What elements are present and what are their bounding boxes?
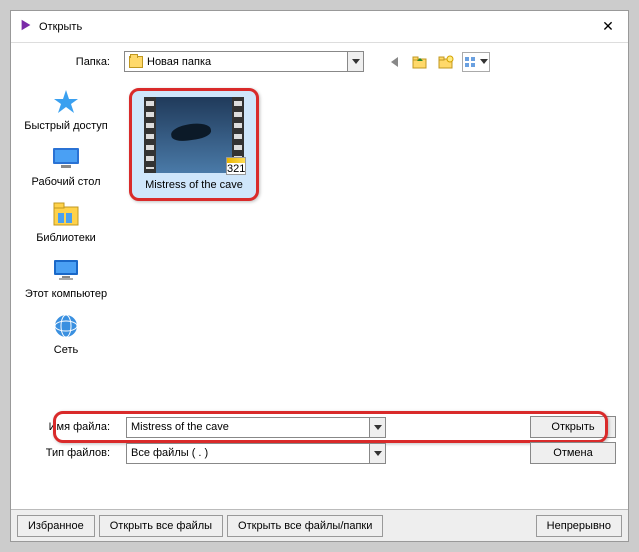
place-desktop[interactable]: Рабочий стол — [21, 142, 111, 188]
chevron-down-icon[interactable] — [347, 52, 363, 71]
app-icon — [19, 18, 39, 35]
file-item-selected[interactable]: 321 Mistress of the cave — [129, 88, 259, 201]
open-all-files-folders-button[interactable]: Открыть все файлы/папки — [227, 515, 383, 537]
video-thumbnail: 321 — [144, 97, 244, 173]
back-icon[interactable] — [384, 52, 404, 72]
places-bar: Быстрый доступ Рабочий стол Библиотеки Э… — [11, 80, 121, 410]
favorites-button[interactable]: Избранное — [17, 515, 95, 537]
filename-input[interactable]: Mistress of the cave — [126, 417, 386, 438]
filetype-label: Тип файлов: — [23, 447, 118, 459]
folder-label: Папка: — [23, 56, 118, 68]
libraries-icon — [21, 198, 111, 230]
titlebar: Открыть ✕ — [11, 11, 628, 43]
chevron-down-icon[interactable] — [369, 418, 385, 437]
folder-row: Папка: Новая папка — [11, 43, 628, 80]
mpc-badge-icon: 321 — [226, 157, 246, 175]
star-icon — [21, 86, 111, 118]
folder-select[interactable]: Новая папка — [124, 51, 364, 72]
open-button[interactable]: Открыть — [530, 416, 616, 438]
filetype-row: Тип файлов: Все файлы ( . ) Отмена — [23, 440, 616, 466]
window-title: Открыть — [39, 21, 596, 33]
pc-icon — [21, 254, 111, 286]
filetype-select[interactable]: Все файлы ( . ) — [126, 443, 386, 464]
place-network[interactable]: Сеть — [21, 310, 111, 356]
filename-label: Имя файла: — [23, 421, 118, 433]
place-libraries[interactable]: Библиотеки — [21, 198, 111, 244]
file-list[interactable]: 321 Mistress of the cave — [121, 80, 628, 410]
bottom-bar: Избранное Открыть все файлы Открыть все … — [11, 509, 628, 541]
view-menu-icon[interactable] — [462, 52, 490, 72]
open-dialog: Открыть ✕ Папка: Новая папка — [10, 10, 629, 542]
place-this-pc[interactable]: Этот компьютер — [21, 254, 111, 300]
desktop-icon — [21, 142, 111, 174]
fields: Имя файла: Mistress of the cave Открыть … — [11, 410, 628, 470]
body-area: Быстрый доступ Рабочий стол Библиотеки Э… — [11, 80, 628, 410]
continuous-button[interactable]: Непрерывно — [536, 515, 622, 537]
toolbar-icons — [384, 52, 490, 72]
up-folder-icon[interactable] — [410, 52, 430, 72]
cancel-button[interactable]: Отмена — [530, 442, 616, 464]
file-name: Mistress of the cave — [138, 179, 250, 192]
open-all-files-button[interactable]: Открыть все файлы — [99, 515, 223, 537]
close-button[interactable]: ✕ — [596, 15, 620, 39]
folder-icon — [129, 56, 143, 68]
filename-row: Имя файла: Mistress of the cave Открыть — [23, 414, 616, 440]
folder-value: Новая папка — [147, 56, 211, 68]
place-quick-access[interactable]: Быстрый доступ — [21, 86, 111, 132]
new-folder-icon[interactable] — [436, 52, 456, 72]
network-icon — [21, 310, 111, 342]
chevron-down-icon[interactable] — [369, 444, 385, 463]
